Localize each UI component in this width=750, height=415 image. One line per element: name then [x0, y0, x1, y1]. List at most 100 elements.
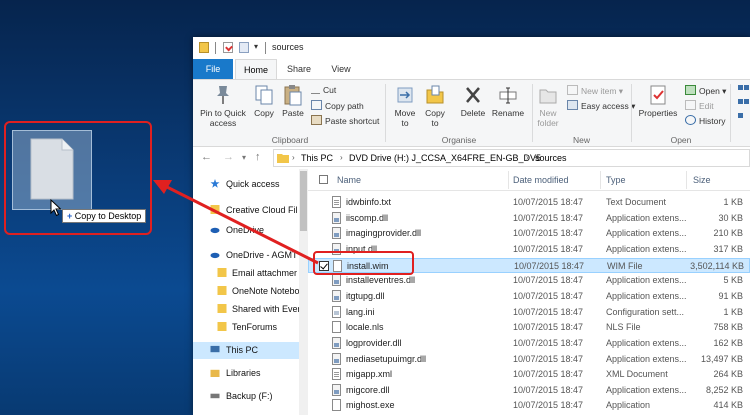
scissors-icon	[311, 85, 320, 94]
txt-file-icon	[332, 196, 341, 208]
file-type: Application extens...	[606, 384, 687, 395]
column-size[interactable]: Size	[693, 175, 711, 185]
chevron-right-icon[interactable]: ›	[526, 153, 529, 162]
file-row[interactable]: lang.ini 10/07/2015 18:47 Configuration se…	[308, 305, 750, 320]
file-name: idwbinfo.txt	[346, 197, 392, 207]
properties-button[interactable]: Properties	[636, 84, 680, 118]
column-divider[interactable]	[508, 171, 509, 189]
nav-label: This PC	[226, 345, 259, 355]
copy-button[interactable]: Copy	[251, 84, 277, 118]
copy-path-button[interactable]: Copy path	[311, 100, 364, 111]
new-folder-button[interactable]: New folder	[534, 84, 562, 128]
move-to-button[interactable]: Move to	[391, 84, 419, 128]
column-divider[interactable]	[686, 171, 687, 189]
file-date: 10/07/2015 18:47	[513, 197, 584, 207]
file-type: XML Document	[606, 369, 668, 380]
file-date: 10/07/2015 18:47	[513, 290, 584, 301]
paste-button[interactable]: Paste	[279, 84, 307, 118]
file-size: 91 KB	[718, 290, 743, 301]
nav-item-libraries[interactable]: Libraries	[193, 365, 299, 382]
tab-file[interactable]: File	[193, 59, 233, 79]
history-button[interactable]: History	[685, 115, 725, 126]
file-row[interactable]: installeventres.dll 10/07/2015 18:47 Appli…	[308, 273, 750, 288]
copy-to-button[interactable]: Copy to	[421, 84, 449, 128]
column-date-modified[interactable]: Date modified	[513, 175, 569, 185]
chevron-right-icon[interactable]: ›	[292, 153, 295, 162]
file-name: locale.nls	[346, 322, 384, 333]
nav-label: Shared with Ever	[232, 304, 299, 314]
file-row[interactable]: locale.nls 10/07/2015 18:47 NLS File 758 KB	[308, 320, 750, 335]
open-label: Open	[699, 86, 720, 96]
nav-item-this-pc[interactable]: This PC	[193, 342, 299, 359]
file-date: 10/07/2015 18:47	[513, 322, 584, 333]
file-type: Application extens...	[606, 275, 687, 286]
ribbon-spacer	[452, 84, 453, 142]
file-size: 210 KB	[713, 228, 743, 239]
recent-locations-icon[interactable]: ▾	[242, 153, 246, 162]
customize-quick-access-icon[interactable]: ▾	[254, 42, 258, 51]
file-date: 10/07/2015 18:47	[513, 337, 584, 348]
nav-label: OneDrive	[226, 225, 265, 235]
open-button[interactable]: Open ▾	[685, 85, 726, 97]
file-row[interactable]: logprovider.dll 10/07/2015 18:47 Applicati…	[308, 336, 750, 351]
nav-item-quick-access[interactable]: Quick access	[193, 176, 299, 193]
easy-access-button[interactable]: Easy access ▾	[567, 100, 635, 112]
file-date: 10/07/2015 18:47	[514, 260, 585, 271]
cut-button[interactable]: Cut	[311, 85, 336, 95]
file-row[interactable]: itgtupg.dll 10/07/2015 18:47 Application e…	[308, 289, 750, 304]
nav-item-tenforums[interactable]: TenForums	[193, 319, 299, 336]
file-date: 10/07/2015 18:47	[513, 400, 584, 411]
forward-arrow-icon[interactable]: →	[223, 151, 234, 163]
nav-item-shared[interactable]: Shared with Ever	[193, 301, 299, 318]
new-item-button[interactable]: New item ▾	[567, 85, 623, 97]
properties-quick-icon[interactable]	[223, 42, 233, 53]
address-bar[interactable]: › This PC › DVD Drive (H:) J_CCSA_X64FRE…	[273, 149, 750, 167]
tab-home[interactable]: Home	[235, 59, 277, 79]
chevron-right-icon[interactable]: ›	[340, 153, 343, 162]
breadcrumb-dvd-drive[interactable]: DVD Drive (H:) J_CCSA_X64FRE_EN-GB_DV5	[349, 153, 541, 163]
select-group-icon[interactable]	[737, 84, 750, 124]
delete-button[interactable]: Delete	[457, 84, 489, 118]
file-row[interactable]: mediasetupuimgr.dll 10/07/2015 18:47 Appli…	[308, 352, 750, 367]
nav-item-onedrive-agmt[interactable]: OneDrive - AGMT	[193, 247, 299, 264]
edit-button[interactable]: Edit	[685, 100, 714, 111]
file-size: 264 KB	[713, 369, 743, 380]
nav-item-backup[interactable]: Backup (F:)	[193, 388, 299, 405]
file-row[interactable]: iiscomp.dll 10/07/2015 18:47 Application e…	[308, 211, 750, 226]
file-row[interactable]: migcore.dll 10/07/2015 18:47 Application e…	[308, 383, 750, 398]
tab-view[interactable]: View	[321, 59, 361, 79]
up-arrow-icon[interactable]: ↑	[255, 151, 261, 163]
move-to-icon	[397, 87, 413, 103]
ribbon: Pin to Quick access Copy Paste Cut Copy …	[193, 79, 750, 147]
nav-item-creative-cloud[interactable]: Creative Cloud Fil	[193, 202, 299, 219]
breadcrumb-sources[interactable]: sources	[535, 153, 567, 163]
nav-item-onedrive[interactable]: OneDrive	[193, 222, 299, 239]
column-type[interactable]: Type	[606, 175, 626, 185]
pin-to-quick-access-button[interactable]: Pin to Quick access	[197, 84, 249, 128]
column-divider[interactable]	[600, 171, 601, 189]
history-label: History	[699, 116, 726, 126]
file-row[interactable]: migapp.xml 10/07/2015 18:47 XML Document 26…	[308, 367, 750, 382]
txt-file-icon	[332, 368, 341, 381]
title-bar: ▾ sources	[193, 37, 750, 59]
paste-label: Paste	[282, 108, 304, 118]
column-name[interactable]: Name	[337, 175, 361, 185]
back-arrow-icon[interactable]: ←	[201, 151, 212, 163]
nav-item-email-attachments[interactable]: Email attachmer	[193, 265, 299, 282]
file-type: Configuration sett...	[606, 306, 685, 317]
navigation-scrollbar-thumb[interactable]	[300, 171, 307, 231]
select-all-checkbox[interactable]	[319, 175, 328, 184]
rename-button[interactable]: Rename	[491, 84, 525, 118]
paste-shortcut-label: Paste shortcut	[325, 116, 380, 126]
nav-item-onenote[interactable]: OneNote Notebo	[193, 283, 299, 300]
paste-shortcut-button[interactable]: Paste shortcut	[311, 115, 379, 126]
file-row[interactable]: idwbinfo.txt 10/07/2015 18:47 Text Documen…	[308, 195, 750, 210]
tab-share[interactable]: Share	[279, 59, 319, 79]
file-type: Application extens...	[606, 337, 687, 348]
file-row[interactable]: imagingprovider.dll 10/07/2015 18:47 Appli…	[308, 226, 750, 241]
file-row[interactable]: mighost.exe 10/07/2015 18:47 Application 41…	[308, 398, 750, 413]
nav-label: Backup (F:)	[226, 391, 273, 401]
breadcrumb-this-pc[interactable]: This PC	[301, 153, 333, 163]
new-folder-quick-icon[interactable]	[239, 42, 249, 53]
copy-icon	[255, 85, 273, 105]
